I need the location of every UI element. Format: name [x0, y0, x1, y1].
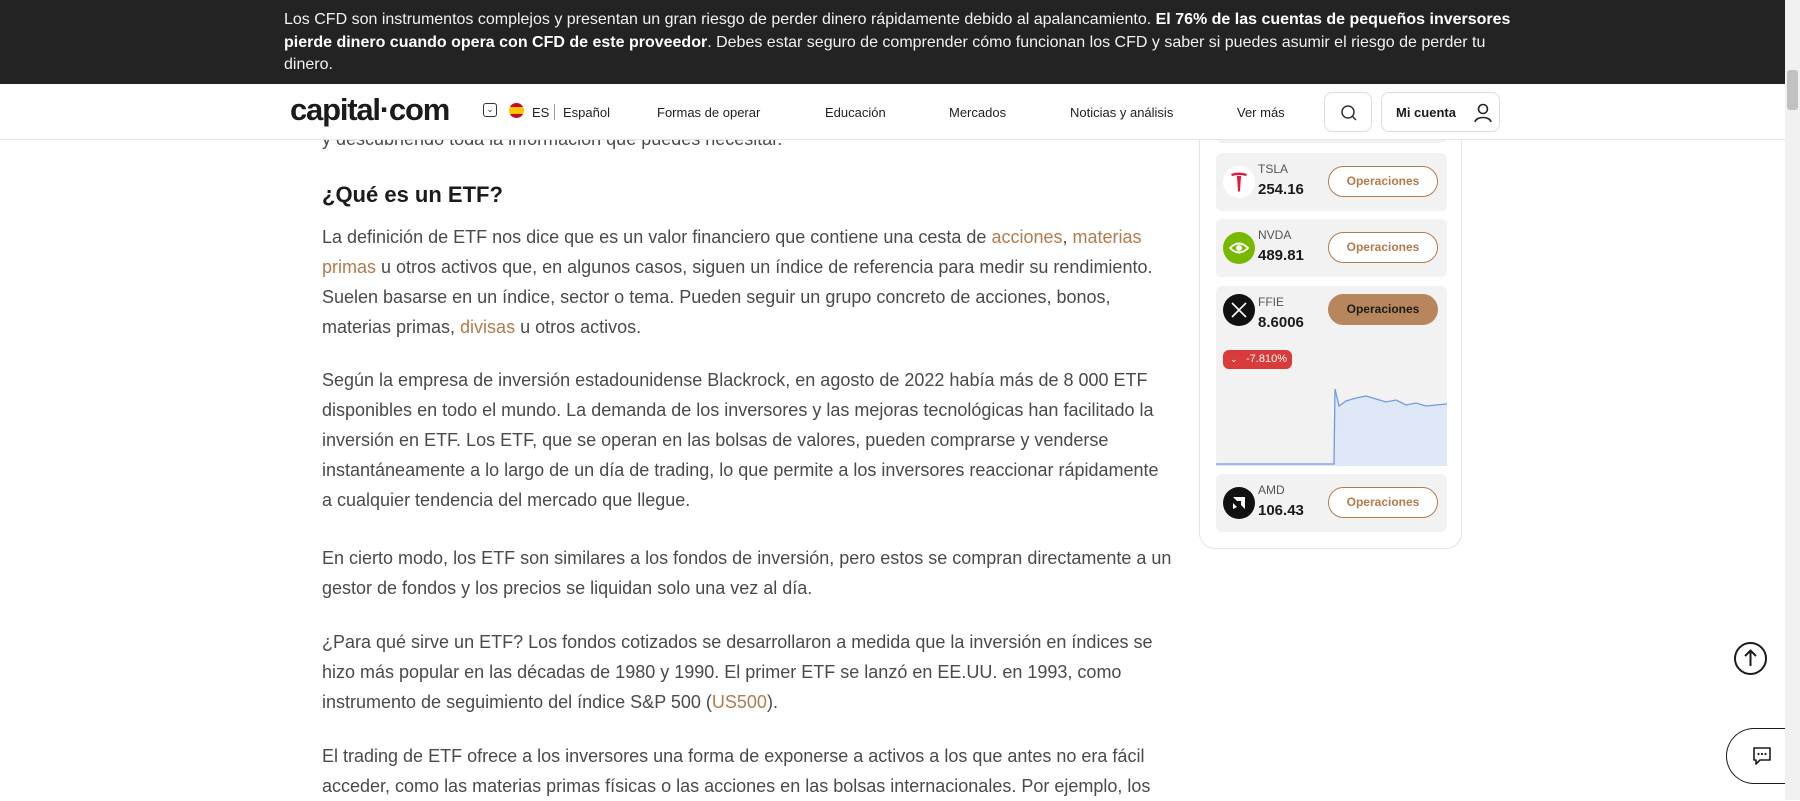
ticker-symbol: NVDA — [1258, 228, 1292, 242]
language-dropdown-icon[interactable]: ⌄ — [483, 103, 497, 117]
ticker-price: 254.16 — [1258, 181, 1304, 198]
price-change-badge: ⌄ -7.810% — [1223, 350, 1292, 369]
ticker-card-ffie[interactable]: FFIE 8.6006 Operaciones ⌄ -7.810% — [1216, 286, 1447, 466]
nav-mercados[interactable]: Mercados — [949, 105, 1006, 120]
scroll-to-top-button[interactable] — [1734, 642, 1767, 675]
language-divider — [554, 104, 555, 120]
ticker-symbol: FFIE — [1258, 295, 1284, 309]
nav-noticias-y-analisis[interactable]: Noticias y análisis — [1070, 105, 1173, 120]
p1-text-middle: u otros activos que, en algunos casos, s… — [322, 257, 1153, 337]
language-code[interactable]: ES — [532, 105, 549, 120]
link-us500[interactable]: US500 — [712, 692, 767, 712]
page-scrollbar-thumb[interactable] — [1787, 70, 1798, 110]
ticker-card-tsla[interactable]: TSLA 254.16 Operaciones — [1216, 153, 1447, 211]
my-account-button[interactable]: Mi cuenta — [1381, 92, 1500, 132]
search-icon — [1341, 105, 1357, 121]
ticker-symbol: AMD — [1258, 483, 1285, 497]
ticker-symbol: TSLA — [1258, 162, 1289, 176]
capital-com-logo[interactable]: capital·com — [290, 92, 450, 128]
nav-formas-de-operar[interactable]: Formas de operar — [657, 105, 760, 120]
search-button[interactable] — [1324, 92, 1372, 132]
ticker-price: 8.6006 — [1258, 314, 1304, 331]
risk-warning-banner: Los CFD son instrumentos complejos y pre… — [0, 0, 1785, 84]
arrow-up-icon — [1744, 649, 1757, 666]
chevron-down-icon: ⌄ — [1230, 354, 1238, 364]
amd-icon — [1223, 487, 1255, 519]
risk-warning-text: Los CFD son instrumentos complejos y pre… — [284, 9, 1514, 77]
ticker-price: 106.43 — [1258, 502, 1304, 519]
link-divisas[interactable]: divisas — [460, 317, 515, 337]
price-change-value: -7.810% — [1246, 353, 1287, 365]
site-header: capital·com ⌄ ES Español Formas de opera… — [0, 84, 1785, 140]
price-sparkline-chart — [1216, 388, 1447, 466]
chat-icon — [1753, 747, 1771, 765]
spain-flag-icon[interactable] — [509, 103, 524, 118]
my-account-label: Mi cuenta — [1396, 105, 1456, 120]
nav-educacion[interactable]: Educación — [825, 105, 886, 120]
p1-text-end: u otros activos. — [515, 317, 642, 337]
article-paragraph-fondos: En cierto modo, los ETF son similares a … — [322, 548, 1172, 598]
trade-button-amd[interactable]: Operaciones — [1328, 487, 1438, 518]
p1-separator: , — [1062, 227, 1073, 247]
article-paragraph-trading-etf: El trading de ETF ofrece a los inversore… — [322, 746, 1151, 796]
risk-text-start: Los CFD son instrumentos complejos y pre… — [284, 11, 1156, 28]
p4-text-end: ). — [766, 692, 778, 712]
ffie-icon — [1223, 294, 1255, 326]
article-paragraph-para-que-sirve: ¿Para qué sirve un ETF? Los fondos cotiz… — [322, 627, 1172, 717]
ticker-price: 489.81 — [1258, 247, 1304, 264]
p1-text-start: La definición de ETF nos dice que es un … — [322, 227, 992, 247]
trade-button-ffie[interactable]: Operaciones — [1328, 294, 1438, 325]
etf-heading: ¿Qué es un ETF? — [322, 182, 503, 207]
tesla-icon — [1223, 166, 1255, 198]
nvidia-icon — [1223, 232, 1255, 264]
trade-button-nvda[interactable]: Operaciones — [1328, 232, 1438, 263]
ticker-card-nvda[interactable]: NVDA 489.81 Operaciones — [1216, 219, 1447, 277]
ticker-card-amd[interactable]: AMD 106.43 Operaciones — [1216, 474, 1447, 532]
trade-button-tsla[interactable]: Operaciones — [1328, 166, 1438, 197]
nav-ver-mas[interactable]: Ver más — [1237, 105, 1285, 120]
language-name[interactable]: Español — [563, 105, 610, 120]
article-paragraph-blackrock: Según la empresa de inversión estadounid… — [322, 370, 1159, 510]
link-acciones[interactable]: acciones — [991, 227, 1062, 247]
user-icon — [1474, 103, 1492, 123]
sparkline-area — [1216, 389, 1447, 466]
page-scrollbar[interactable] — [1785, 0, 1800, 800]
article-paragraph-definition: La definición de ETF nos dice que es un … — [322, 222, 1172, 342]
